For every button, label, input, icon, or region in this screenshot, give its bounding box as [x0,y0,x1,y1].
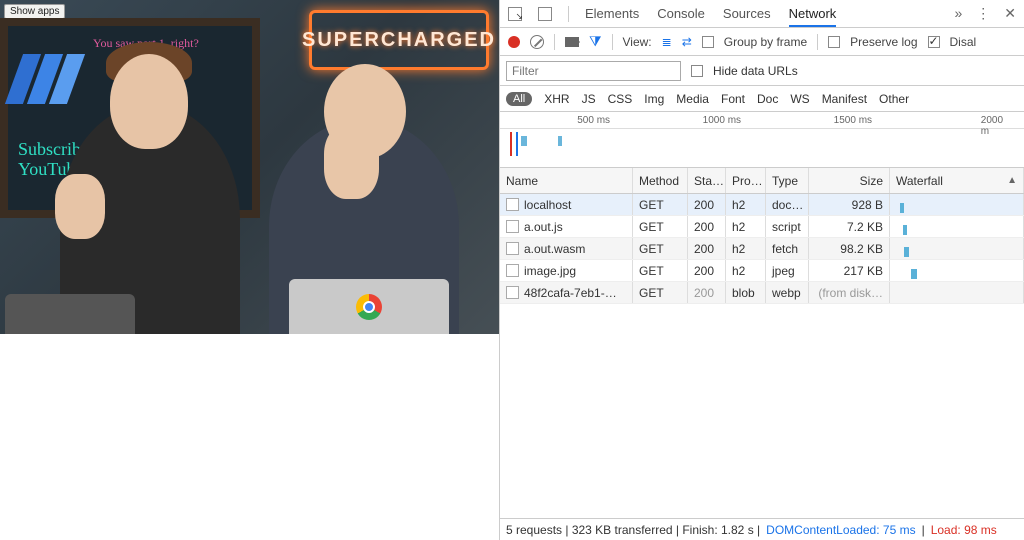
timeline-tick: 1500 ms [834,115,872,126]
tab-network[interactable]: Network [789,6,837,27]
laptop-left [5,294,135,334]
type-filter-row: All XHR JS CSS Img Media Font Doc WS Manifest Oth… [500,86,1024,112]
preserve-log-label: Preserve log [850,35,917,49]
timeline-overview[interactable]: 500 ms 1000 ms 1500 ms 2000 m [500,112,1024,168]
tab-sources[interactable]: Sources [723,6,771,21]
status-summary: 5 requests | 323 KB transferred | Finish… [506,523,760,537]
col-waterfall[interactable]: Waterfall▲ [890,168,1024,193]
table-row[interactable]: a.out.jsGET200h2script7.2 KB [500,216,1024,238]
view-large-icon[interactable]: ≣ [662,35,672,49]
devtools-tabbar: ↘ Elements Console Sources Network » ⋮ ✕ [500,0,1024,28]
timeline-tick: 1000 ms [703,115,741,126]
type-img[interactable]: Img [644,92,664,106]
file-icon [506,286,519,299]
network-grid-header: Name Method Sta… Pro… Type Size Waterfal… [500,168,1024,194]
col-name[interactable]: Name [500,168,633,193]
filter-row: Hide data URLs [500,56,1024,86]
record-button[interactable] [508,36,520,48]
show-apps-tooltip: Show apps [4,4,65,19]
video-thumbnail: Show apps You saw part 1, right? Subscri… [0,0,499,334]
table-row[interactable]: image.jpgGET200h2jpeg217 KB [500,260,1024,282]
type-font[interactable]: Font [721,92,745,106]
view-label: View: [623,35,652,49]
type-doc[interactable]: Doc [757,92,778,106]
col-protocol[interactable]: Pro… [726,168,766,193]
file-icon [506,220,519,233]
type-xhr[interactable]: XHR [544,92,569,106]
close-devtools-icon[interactable]: ✕ [1004,5,1016,22]
screenshot-icon[interactable] [565,37,579,47]
network-toolbar: ⧩ View: ≣ ⇄ Group by frame Preserve log … [500,28,1024,56]
type-all-pill[interactable]: All [506,92,532,106]
filter-icon[interactable]: ⧩ [589,33,602,50]
tab-console[interactable]: Console [657,6,705,21]
type-ws[interactable]: WS [790,92,809,106]
devtools-panel: ↘ Elements Console Sources Network » ⋮ ✕ ⧩ … [499,0,1024,540]
device-toggle-icon[interactable] [538,7,552,21]
timeline-tick: 500 ms [577,115,610,126]
kebab-menu-icon[interactable]: ⋮ [976,5,990,22]
table-row[interactable]: 48f2cafa-7eb1-…GET200blobwebp(from disk… [500,282,1024,304]
table-row[interactable]: a.out.wasmGET200h2fetch98.2 KB [500,238,1024,260]
filter-input[interactable] [506,61,681,81]
col-size[interactable]: Size [809,168,890,193]
table-row[interactable]: localhostGET200h2doc…928 B [500,194,1024,216]
preserve-log-checkbox[interactable] [828,36,840,48]
type-media[interactable]: Media [676,92,709,106]
clear-button[interactable] [530,35,544,49]
tab-elements[interactable]: Elements [585,6,639,21]
type-css[interactable]: CSS [608,92,633,106]
devtools-tabs: ElementsConsoleSourcesNetwork [585,6,938,21]
disable-cache-checkbox[interactable] [928,36,940,48]
more-tabs-icon[interactable]: » [954,5,962,22]
group-frame-checkbox[interactable] [702,36,714,48]
chrome-logo-icon [356,294,382,320]
network-rows: localhostGET200h2doc…928 Ba.out.jsGET200… [500,194,1024,518]
file-icon [506,198,519,211]
col-method[interactable]: Method [633,168,688,193]
type-js[interactable]: JS [582,92,596,106]
col-type[interactable]: Type [766,168,809,193]
laptop-right [289,279,449,334]
hide-data-urls-checkbox[interactable] [691,65,703,77]
timeline-tick: 2000 m [981,115,1003,137]
inspect-icon[interactable]: ↘ [508,7,522,21]
file-icon [506,242,519,255]
status-bar: 5 requests | 323 KB transferred | Finish… [500,518,1024,540]
type-filters: XHR JS CSS Img Media Font Doc WS Manifest Other [544,92,909,106]
hide-data-urls-label: Hide data URLs [713,64,798,78]
status-load: Load: 98 ms [931,523,997,537]
col-status[interactable]: Sta… [688,168,726,193]
group-frame-label: Group by frame [724,35,807,49]
type-manifest[interactable]: Manifest [822,92,867,106]
sort-icon: ▲ [1007,175,1017,186]
status-dcl: DOMContentLoaded: 75 ms [766,523,915,537]
type-other[interactable]: Other [879,92,909,106]
neon-sign: SUPERCHARGED [309,10,489,70]
disable-cache-label: Disal [950,35,977,49]
view-waterfall-icon[interactable]: ⇄ [682,35,692,49]
file-icon [506,264,519,277]
